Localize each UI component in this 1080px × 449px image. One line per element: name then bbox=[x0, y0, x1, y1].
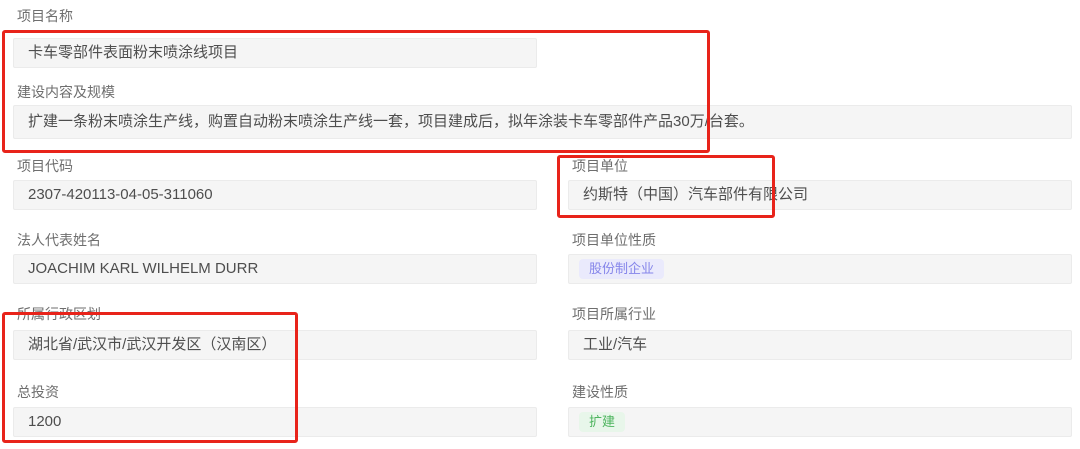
industry-value: 工业/汽车 bbox=[583, 336, 647, 353]
industry-label: 项目所属行业 bbox=[572, 305, 656, 323]
unit-nature-tag: 股份制企业 bbox=[579, 259, 664, 279]
legal-representative-label: 法人代表姓名 bbox=[17, 231, 101, 249]
project-detail-form: 项目名称 卡车零部件表面粉末喷涂线项目 建设内容及规模 扩建一条粉末喷涂生产线，… bbox=[0, 0, 1080, 449]
total-investment-label: 总投资 bbox=[17, 383, 59, 401]
legal-representative-value: JOACHIM KARL WILHELM DURR bbox=[28, 260, 258, 277]
construction-nature-field[interactable]: 扩建 bbox=[568, 407, 1072, 437]
administrative-division-label: 所属行政区划 bbox=[17, 305, 101, 323]
construction-nature-tag: 扩建 bbox=[579, 412, 625, 432]
project-unit-label: 项目单位 bbox=[572, 157, 628, 175]
project-code-input[interactable]: 2307-420113-04-05-311060 bbox=[13, 180, 537, 210]
unit-nature-field[interactable]: 股份制企业 bbox=[568, 254, 1072, 284]
construction-content-label: 建设内容及规模 bbox=[17, 83, 115, 101]
project-name-label: 项目名称 bbox=[17, 7, 73, 25]
project-unit-value: 约斯特（中国）汽车部件有限公司 bbox=[583, 186, 808, 203]
legal-representative-input[interactable]: JOACHIM KARL WILHELM DURR bbox=[13, 254, 537, 284]
project-name-value: 卡车零部件表面粉末喷涂线项目 bbox=[28, 44, 238, 61]
construction-nature-label: 建设性质 bbox=[572, 383, 628, 401]
construction-content-input[interactable]: 扩建一条粉末喷涂生产线，购置自动粉末喷涂生产线一套，项目建成后，拟年涂装卡车零部… bbox=[13, 105, 1072, 139]
administrative-division-value: 湖北省/武汉市/武汉开发区（汉南区） bbox=[28, 336, 276, 353]
construction-content-value: 扩建一条粉末喷涂生产线，购置自动粉末喷涂生产线一套，项目建成后，拟年涂装卡车零部… bbox=[28, 113, 754, 130]
project-code-label: 项目代码 bbox=[17, 157, 73, 175]
project-code-value: 2307-420113-04-05-311060 bbox=[28, 186, 213, 203]
project-name-input[interactable]: 卡车零部件表面粉末喷涂线项目 bbox=[13, 38, 537, 68]
industry-input[interactable]: 工业/汽车 bbox=[568, 330, 1072, 360]
total-investment-input[interactable]: 1200 bbox=[13, 407, 537, 437]
project-unit-input[interactable]: 约斯特（中国）汽车部件有限公司 bbox=[568, 180, 1072, 210]
unit-nature-label: 项目单位性质 bbox=[572, 231, 656, 249]
administrative-division-input[interactable]: 湖北省/武汉市/武汉开发区（汉南区） bbox=[13, 330, 537, 360]
total-investment-value: 1200 bbox=[28, 413, 61, 430]
